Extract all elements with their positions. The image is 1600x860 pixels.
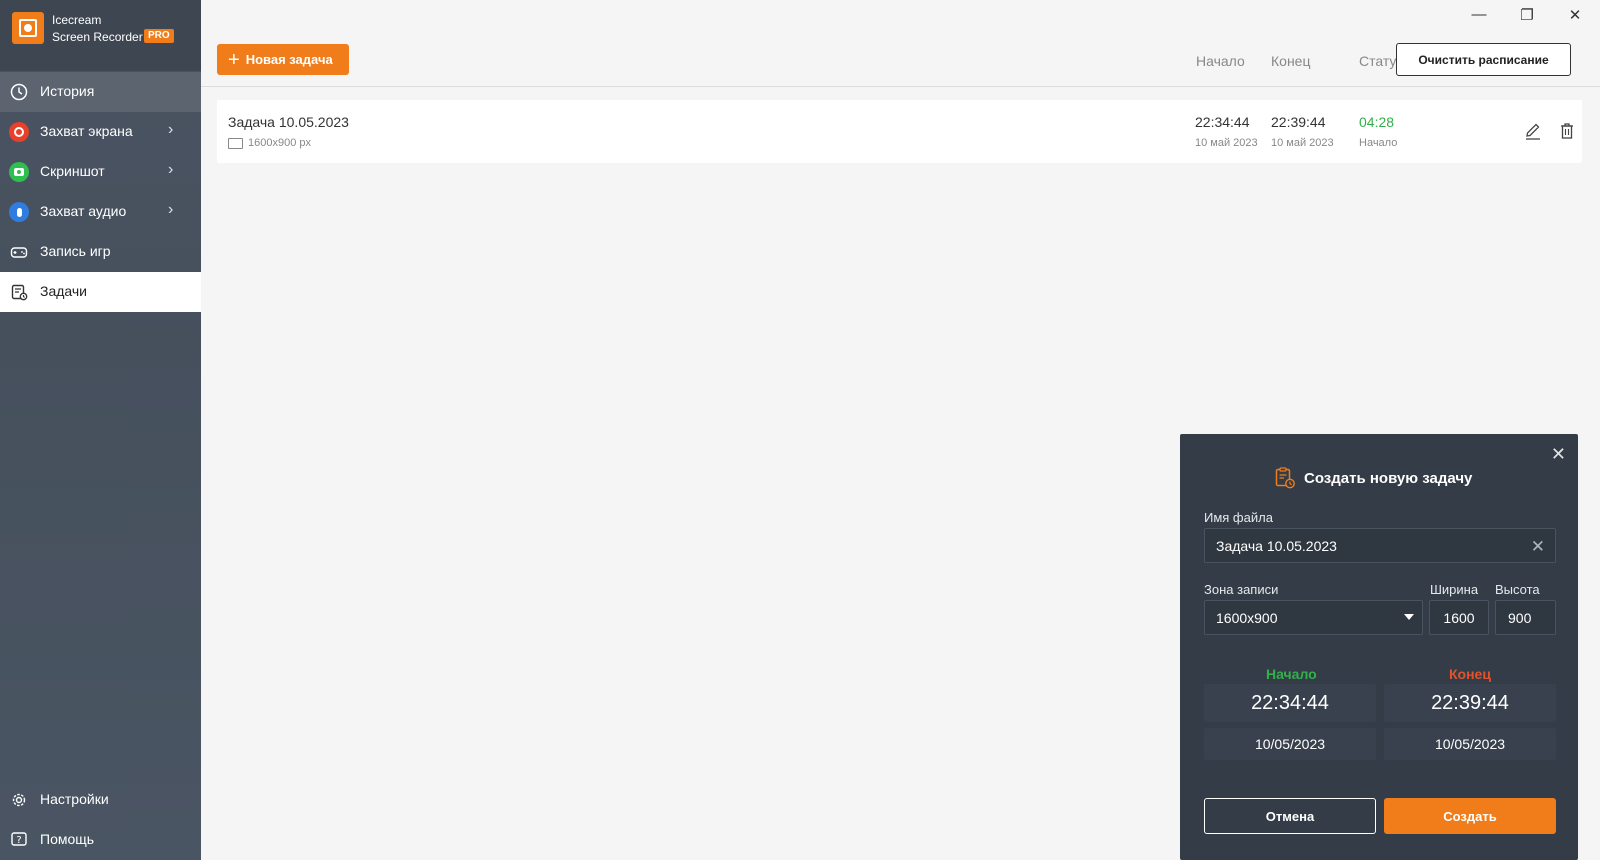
app-name-line2: Screen Recorder [52, 30, 143, 44]
app-name-line1: Icecream [52, 13, 102, 27]
sidebar-item-screenshot[interactable]: Скриншот › [0, 152, 201, 192]
chevron-right-icon: › [168, 161, 174, 178]
height-value: 900 [1508, 609, 1532, 626]
gamepad-icon [10, 247, 28, 258]
pro-badge: PRO [144, 29, 174, 43]
file-name-field[interactable]: Задача 10.05.2023 ✕ [1204, 528, 1556, 563]
task-clock-icon [1275, 467, 1295, 489]
width-value: 1600 [1443, 609, 1475, 626]
tasks-icon [11, 284, 28, 301]
task-start-time: 22:34:44 [1195, 114, 1250, 130]
task-resolution: 1600x900 px [228, 137, 311, 149]
microphone-icon [9, 202, 29, 222]
new-task-label: Новая задача [245, 52, 333, 67]
column-header-end: Конец [1271, 53, 1311, 69]
column-header-start: Начало [1196, 53, 1245, 69]
sidebar-item-label: Помощь [40, 831, 95, 847]
close-window-button[interactable]: ✕ [1562, 6, 1588, 28]
new-task-button[interactable]: + Новая задача [217, 44, 349, 75]
start-time-field[interactable]: 22:34:44 [1204, 684, 1376, 722]
sidebar-item-label: История [40, 83, 95, 99]
cancel-button[interactable]: Отмена [1204, 798, 1376, 834]
edit-icon[interactable] [1523, 120, 1543, 142]
delete-icon[interactable] [1557, 120, 1577, 142]
dropdown-caret-icon [1404, 614, 1414, 620]
minimize-button[interactable]: — [1466, 6, 1492, 28]
sidebar-item-tasks[interactable]: Задачи [0, 272, 201, 312]
task-end-date: 10 май 2023 [1271, 137, 1334, 149]
clear-schedule-button[interactable]: Очистить расписание [1396, 43, 1571, 76]
sidebar-item-label: Захват экрана [40, 123, 133, 139]
sidebar-item-settings[interactable]: Настройки [0, 780, 201, 820]
app-name: Icecream Screen Recorder [52, 12, 143, 46]
sidebar-item-label: Запись игр [40, 243, 111, 259]
width-field[interactable]: 1600 [1429, 600, 1489, 635]
record-zone-select[interactable]: 1600x900 [1204, 600, 1423, 635]
sidebar-item-label: Захват аудио [40, 203, 127, 219]
task-title: Задача 10.05.2023 [228, 114, 349, 130]
sidebar-item-history[interactable]: История [0, 72, 201, 112]
dialog-header: Создать новую задачу [1274, 466, 1472, 490]
create-task-dialog: ✕ Создать новую задачу Имя файла Задача … [1180, 434, 1578, 860]
toolbar-divider [201, 86, 1600, 87]
clear-input-icon[interactable]: ✕ [1531, 537, 1545, 557]
help-icon: ? [11, 832, 27, 846]
task-start-date: 10 май 2023 [1195, 137, 1258, 149]
camera-icon [9, 162, 29, 182]
end-time-field[interactable]: 22:39:44 [1384, 684, 1556, 722]
task-status-time: 04:28 [1359, 114, 1395, 130]
file-name-label: Имя файла [1204, 510, 1273, 525]
app-brand: Icecream Screen Recorder PRO [0, 0, 201, 71]
monitor-icon [228, 137, 243, 149]
sidebar: Icecream Screen Recorder PRO История Зах… [0, 0, 201, 860]
task-status-label: Начало [1359, 137, 1398, 149]
restore-button[interactable]: ❐ [1514, 6, 1540, 28]
sidebar-item-label: Настройки [40, 791, 109, 807]
sidebar-item-game-recording[interactable]: Запись игр [0, 232, 201, 272]
sidebar-item-audio-capture[interactable]: Захват аудио › [0, 192, 201, 232]
width-label: Ширина [1430, 582, 1479, 597]
app-logo-icon [12, 12, 44, 44]
start-date-field[interactable]: 10/05/2023 [1204, 728, 1376, 760]
close-icon[interactable]: ✕ [1551, 444, 1566, 465]
sidebar-item-label: Задачи [40, 283, 88, 299]
record-icon [9, 122, 29, 142]
task-resolution-text: 1600x900 px [248, 137, 311, 149]
start-column-title: Начало [1266, 666, 1317, 682]
task-row[interactable]: Задача 10.05.2023 1600x900 px 22:34:44 1… [217, 100, 1582, 163]
end-column-title: Конец [1449, 666, 1491, 682]
create-button[interactable]: Создать [1384, 798, 1556, 834]
height-label: Высота [1495, 582, 1540, 597]
gear-icon [12, 793, 26, 807]
sidebar-item-screen-capture[interactable]: Захват экрана › [0, 112, 201, 152]
chevron-right-icon: › [168, 201, 174, 218]
record-zone-label: Зона записи [1204, 582, 1279, 597]
sidebar-item-label: Скриншот [40, 163, 105, 179]
svg-text:?: ? [16, 835, 21, 846]
task-end-time: 22:39:44 [1271, 114, 1326, 130]
plus-icon: + [228, 48, 240, 71]
height-field[interactable]: 900 [1495, 600, 1556, 635]
clock-icon [10, 83, 28, 101]
chevron-right-icon: › [168, 121, 174, 138]
dialog-title: Создать новую задачу [1304, 469, 1473, 487]
sidebar-item-help[interactable]: ? Помощь [0, 820, 201, 860]
file-name-value: Задача 10.05.2023 [1216, 537, 1337, 554]
end-date-field[interactable]: 10/05/2023 [1384, 728, 1556, 760]
record-zone-value: 1600x900 [1216, 609, 1278, 626]
